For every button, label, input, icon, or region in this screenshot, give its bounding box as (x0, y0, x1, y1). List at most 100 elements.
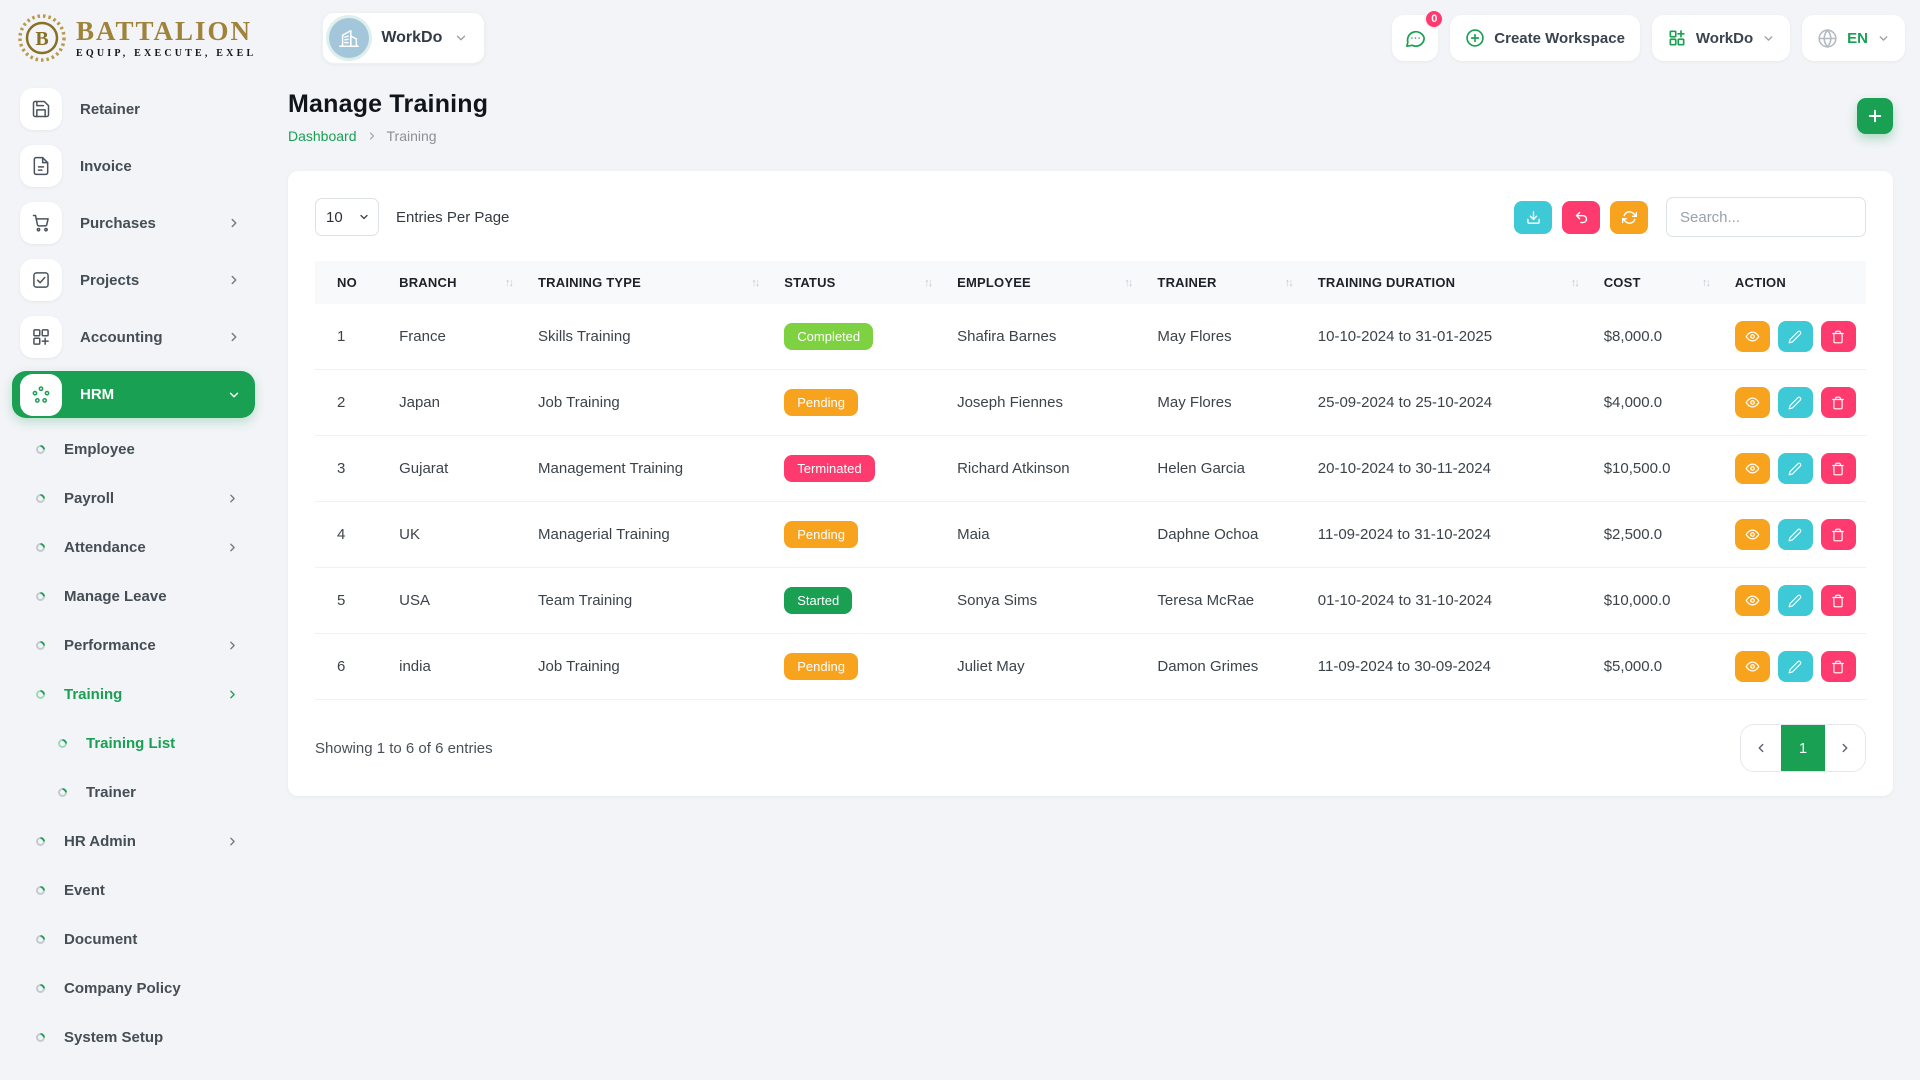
sidebar-item-projects[interactable]: Projects (12, 257, 255, 303)
sidebar-subitem-report[interactable]: Report (12, 1066, 255, 1080)
view-button[interactable] (1735, 651, 1770, 682)
edit-button[interactable] (1778, 585, 1813, 616)
brand-logo[interactable]: B BATTALION EQUIP, EXECUTE, EXEL (18, 14, 256, 62)
refresh-button[interactable] (1610, 201, 1648, 234)
edit-button[interactable] (1778, 321, 1813, 352)
column-header-no: NO (315, 261, 389, 304)
sidebar-subitem-attendance[interactable]: Attendance (12, 527, 255, 567)
sidebar-item-accounting[interactable]: Accounting (12, 314, 255, 360)
delete-button[interactable] (1821, 453, 1856, 484)
sort-icon[interactable]: ↑↓ (1124, 277, 1137, 289)
cell-employee: Maia (947, 502, 1147, 568)
sidebar-subitem-label: Performance (64, 637, 156, 654)
view-button[interactable] (1735, 519, 1770, 550)
sidebar-item-hrm[interactable]: HRM (12, 371, 255, 418)
column-header-cost[interactable]: COST↑↓ (1594, 261, 1725, 304)
sidebar-subitem-manage-leave[interactable]: Manage Leave (12, 576, 255, 616)
cell-status: Terminated (774, 436, 947, 502)
sidebar-subitem-training[interactable]: Training (12, 674, 255, 714)
sort-icon[interactable]: ↑↓ (1571, 277, 1584, 289)
cell-training-duration: 25-09-2024 to 25-10-2024 (1308, 370, 1594, 436)
messages-button[interactable]: 0 (1392, 15, 1438, 61)
sidebar-subitem-payroll[interactable]: Payroll (12, 478, 255, 518)
sidebar-item-invoice[interactable]: Invoice (12, 143, 255, 189)
delete-button[interactable] (1821, 519, 1856, 550)
sidebar-subitem-company-policy[interactable]: Company Policy (12, 968, 255, 1008)
search-input[interactable] (1666, 197, 1866, 237)
sort-icon[interactable]: ↑↓ (1285, 277, 1298, 289)
cell-branch: UK (389, 502, 528, 568)
app-switcher-button[interactable]: WorkDo (1652, 15, 1790, 61)
trash-icon (1831, 528, 1845, 542)
page-number-button[interactable]: 1 (1781, 725, 1825, 771)
column-header-status[interactable]: STATUS↑↓ (774, 261, 947, 304)
chevron-right-icon (227, 216, 241, 230)
entries-per-page-select[interactable]: 10 (315, 198, 379, 236)
sidebar-subitem-event[interactable]: Event (12, 870, 255, 910)
column-header-employee[interactable]: EMPLOYEE↑↓ (947, 261, 1147, 304)
delete-button[interactable] (1821, 321, 1856, 352)
sidebar-item-label: Projects (80, 272, 139, 289)
view-button[interactable] (1735, 585, 1770, 616)
view-button[interactable] (1735, 321, 1770, 352)
grid-plus-icon (20, 316, 62, 358)
brand-monogram-icon: B (18, 14, 66, 62)
sidebar-subitem-trainer[interactable]: Trainer (12, 772, 255, 812)
export-button[interactable] (1514, 201, 1552, 234)
view-button[interactable] (1735, 453, 1770, 484)
sidebar-item-label: Invoice (80, 158, 132, 175)
delete-button[interactable] (1821, 651, 1856, 682)
sidebar-subitem-label: Attendance (64, 539, 146, 556)
sidebar-item-retainer[interactable]: Retainer (12, 86, 255, 132)
sidebar-subitem-label: Payroll (64, 490, 114, 507)
edit-button[interactable] (1778, 519, 1813, 550)
view-button[interactable] (1735, 387, 1770, 418)
sidebar-subitem-training-list[interactable]: Training List (12, 723, 255, 763)
trash-icon (1831, 330, 1845, 344)
sidebar-subitem-hr-admin[interactable]: HR Admin (12, 821, 255, 861)
next-page-button[interactable] (1825, 725, 1865, 771)
edit-button[interactable] (1778, 453, 1813, 484)
page-title: Manage Training (288, 90, 488, 119)
cell-actions (1725, 502, 1866, 568)
delete-button[interactable] (1821, 387, 1856, 418)
sidebar-subitem-system-setup[interactable]: System Setup (12, 1017, 255, 1057)
sidebar-subitem-document[interactable]: Document (12, 919, 255, 959)
refresh-icon (1622, 210, 1637, 225)
delete-button[interactable] (1821, 585, 1856, 616)
sidebar-subitem-performance[interactable]: Performance (12, 625, 255, 665)
sort-icon[interactable]: ↑↓ (505, 277, 518, 289)
sort-icon[interactable]: ↑↓ (924, 277, 937, 289)
cell-actions (1725, 634, 1866, 700)
language-selector[interactable]: EN (1802, 15, 1905, 61)
breadcrumb-dashboard-link[interactable]: Dashboard (288, 128, 357, 144)
add-training-button[interactable] (1857, 98, 1893, 134)
bullet-icon (56, 737, 69, 750)
column-header-branch[interactable]: BRANCH↑↓ (389, 261, 528, 304)
chevron-right-icon (226, 492, 239, 505)
bullet-icon (34, 1031, 47, 1044)
eye-icon (1745, 527, 1760, 542)
cell-status: Pending (774, 502, 947, 568)
previous-page-button[interactable] (1741, 725, 1781, 771)
cell-actions (1725, 304, 1866, 370)
column-header-trainer[interactable]: TRAINER↑↓ (1147, 261, 1307, 304)
reset-button[interactable] (1562, 201, 1600, 234)
bullet-icon (34, 933, 47, 946)
status-badge: Pending (784, 653, 858, 680)
sort-icon[interactable]: ↑↓ (751, 277, 764, 289)
chevron-down-icon (1877, 32, 1890, 45)
table-header-row: NO BRANCH↑↓ TRAINING TYPE↑↓ STATUS↑↓ EMP… (315, 261, 1866, 304)
cell-cost: $10,000.0 (1594, 568, 1725, 634)
create-workspace-button[interactable]: Create Workspace (1450, 15, 1640, 61)
svg-text:B: B (35, 28, 48, 50)
column-header-training-type[interactable]: TRAINING TYPE↑↓ (528, 261, 774, 304)
edit-button[interactable] (1778, 651, 1813, 682)
status-badge: Pending (784, 521, 858, 548)
column-header-training-duration[interactable]: TRAINING DURATION↑↓ (1308, 261, 1594, 304)
sidebar-item-purchases[interactable]: Purchases (12, 200, 255, 246)
sidebar-subitem-employee[interactable]: Employee (12, 429, 255, 469)
edit-button[interactable] (1778, 387, 1813, 418)
sort-icon[interactable]: ↑↓ (1702, 277, 1715, 289)
workspace-selector[interactable]: WorkDo (322, 12, 485, 64)
